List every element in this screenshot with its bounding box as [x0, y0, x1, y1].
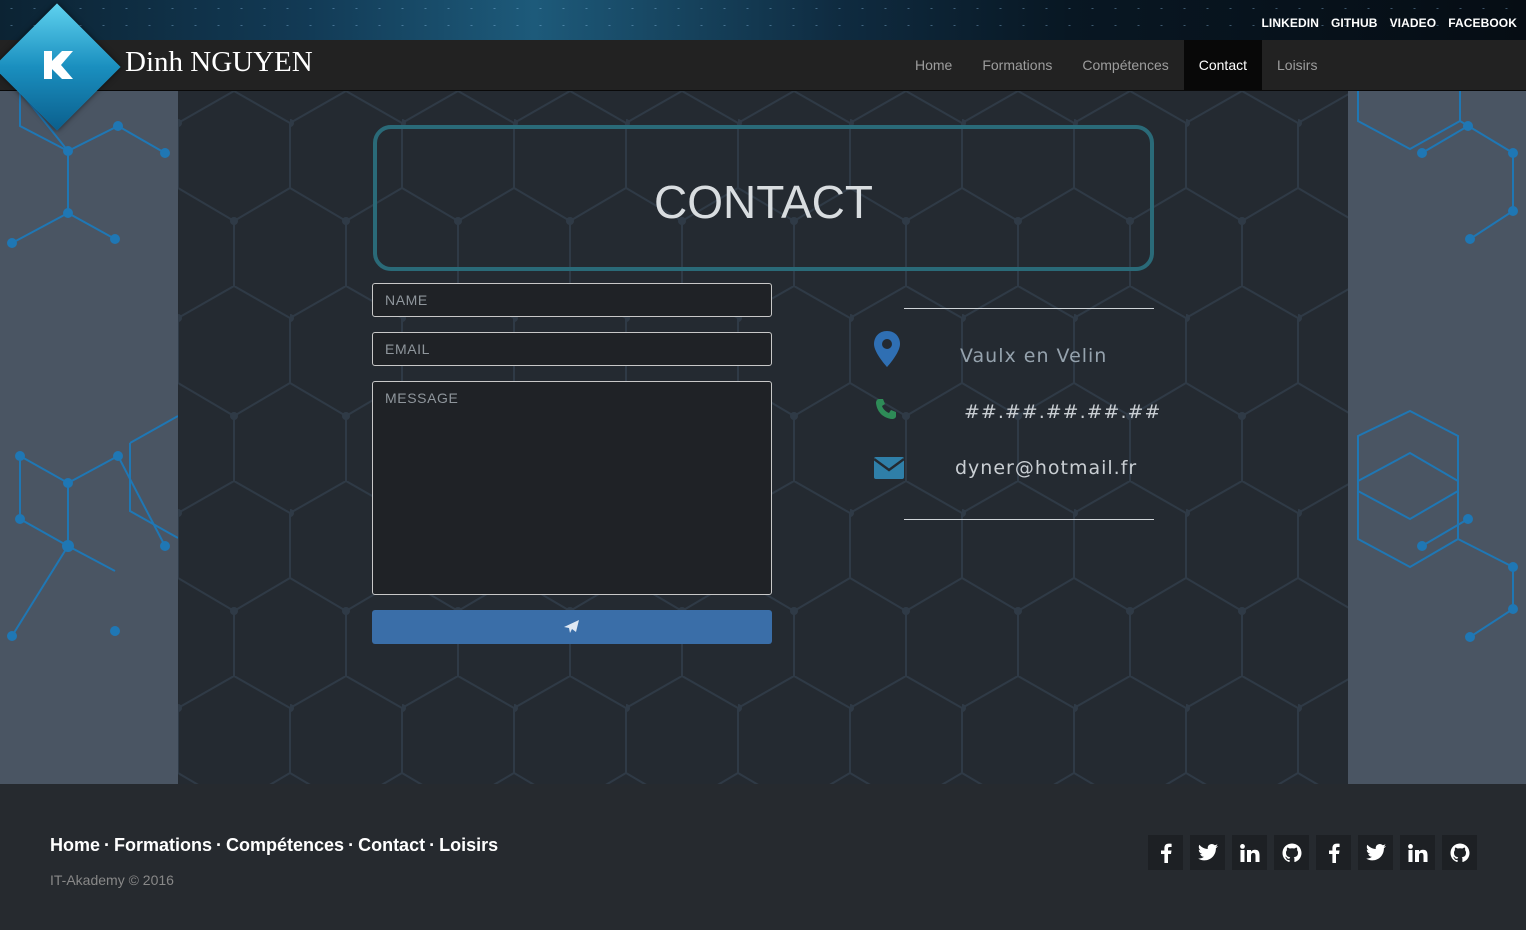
phone-text: ##.##.##.##.## [964, 401, 1162, 423]
footer-separator: · [216, 835, 223, 855]
facebook-link[interactable]: FACEBOOK [1448, 16, 1517, 30]
footer-separator: · [348, 835, 355, 855]
name-placeholder: NAME [385, 292, 428, 308]
facebook-icon[interactable] [1148, 835, 1183, 870]
linkedin-link[interactable]: LINKEDIN [1262, 16, 1319, 30]
right-side-panel [1348, 91, 1526, 784]
phone-icon [876, 399, 896, 419]
top-social-bar: LINKEDIN GITHUB VIADEO FACEBOOK [0, 0, 1526, 40]
footer-social-icons [1148, 835, 1477, 870]
envelope-icon [874, 457, 904, 479]
brand-name[interactable]: Dinh NGUYEN [125, 46, 313, 79]
email-placeholder: EMAIL [385, 341, 431, 357]
footer-link-competences[interactable]: Compétences [226, 835, 344, 855]
github-link[interactable]: GITHUB [1331, 16, 1378, 30]
footer-separator: · [104, 835, 111, 855]
info-divider-bottom [904, 519, 1154, 520]
github-icon[interactable] [1442, 835, 1477, 870]
info-divider-top [904, 308, 1154, 309]
twitter-icon[interactable] [1358, 835, 1393, 870]
main-navbar: Dinh NGUYEN Home Formations Compétences … [0, 40, 1526, 91]
left-side-panel [0, 90, 179, 784]
github-icon[interactable] [1274, 835, 1309, 870]
email-input[interactable]: EMAIL [372, 332, 772, 366]
name-input[interactable]: NAME [372, 283, 772, 317]
nav-item-contact[interactable]: Contact [1183, 40, 1262, 90]
nav-menu: Home Formations Compétences Contact [900, 40, 1262, 90]
footer-link-loisirs[interactable]: Loisirs [439, 835, 498, 855]
message-placeholder: MESSAGE [385, 390, 459, 406]
footer-separator: · [429, 835, 436, 855]
footer-link-formations[interactable]: Formations [114, 835, 212, 855]
footer-links: Home · Formations · Compétences · Contact · Lois… [50, 835, 498, 856]
footer-link-home[interactable]: Home [50, 835, 100, 855]
twitter-icon[interactable] [1190, 835, 1225, 870]
linkedin-icon[interactable] [1400, 835, 1435, 870]
molecule-pattern-right [1357, 91, 1518, 642]
page-title: CONTACT [654, 176, 873, 228]
copyright-text: IT-Akademy © 2016 [50, 872, 174, 888]
linkedin-icon[interactable] [1232, 835, 1267, 870]
location-pin-icon [874, 331, 900, 367]
top-social-links: LINKEDIN GITHUB VIADEO FACEBOOK [1262, 16, 1518, 30]
logo-k-icon [44, 51, 73, 79]
nav-menu-extra: Loisirs [1262, 40, 1332, 90]
send-button[interactable] [372, 610, 772, 644]
nav-item-loisirs[interactable]: Loisirs [1262, 40, 1332, 90]
location-text: Vaulx en Velin [960, 345, 1108, 367]
nav-item-competences[interactable]: Compétences [1067, 40, 1183, 90]
email-text: dyner@hotmail.fr [955, 457, 1138, 479]
molecule-pattern-left [7, 90, 179, 641]
viadeo-link[interactable]: VIADEO [1390, 16, 1437, 30]
footer-link-contact[interactable]: Contact [358, 835, 425, 855]
paper-plane-icon [564, 620, 579, 633]
nav-item-home[interactable]: Home [900, 40, 967, 90]
nav-item-formations[interactable]: Formations [967, 40, 1067, 90]
facebook-icon[interactable] [1316, 835, 1351, 870]
contact-title-box: CONTACT [373, 125, 1154, 271]
message-textarea[interactable]: MESSAGE [372, 381, 772, 595]
